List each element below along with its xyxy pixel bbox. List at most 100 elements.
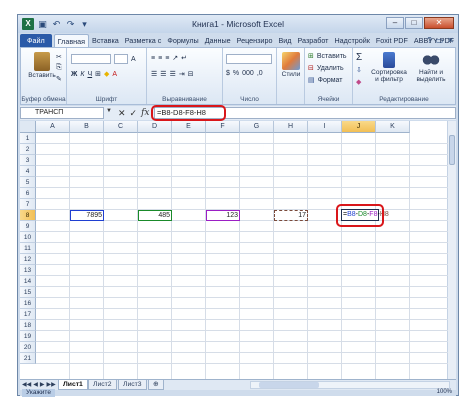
row-header-17[interactable]: 17 <box>20 309 36 320</box>
tab-4[interactable]: Формулы <box>164 34 201 47</box>
italic-icon[interactable]: К <box>80 71 84 78</box>
number-format-field[interactable] <box>226 54 272 64</box>
grow-font-icon[interactable]: A <box>131 56 136 63</box>
minimize-button[interactable]: – <box>386 17 404 29</box>
tab-10[interactable]: Foxit PDF <box>373 34 411 47</box>
align-middle-icon[interactable]: ≡ <box>158 55 162 62</box>
row-header-9[interactable]: 9 <box>20 221 36 232</box>
cancel-formula-button[interactable]: ✕ <box>118 107 126 119</box>
format-cells-button[interactable]: ▤ Формат <box>308 76 343 85</box>
row-header-11[interactable]: 11 <box>20 243 36 254</box>
wrap-text-icon[interactable]: ↵ <box>181 54 187 62</box>
column-header-g[interactable]: G <box>240 121 274 133</box>
column-header-e[interactable]: E <box>172 121 206 133</box>
enter-formula-button[interactable]: ✓ <box>130 107 138 119</box>
column-header-b[interactable]: B <box>70 121 104 133</box>
select-all-corner[interactable] <box>20 121 36 133</box>
tab-6[interactable]: Рецензиро <box>234 34 276 47</box>
sheet-tab-2[interactable]: Лист2 <box>88 380 117 390</box>
column-header-j[interactable]: J <box>342 121 376 133</box>
decimal-icon[interactable]: ,0 <box>257 70 263 77</box>
align-top-icon[interactable]: ≡ <box>151 55 155 62</box>
horizontal-scrollbar[interactable] <box>250 381 450 389</box>
row-header-16[interactable]: 16 <box>20 298 36 309</box>
tab-7[interactable]: Вид <box>275 34 294 47</box>
column-header-k[interactable]: K <box>376 121 410 133</box>
window-close-icon[interactable]: ✕ <box>447 36 454 45</box>
font-color-icon[interactable]: A <box>112 71 117 78</box>
row-header-8[interactable]: 8 <box>20 210 36 221</box>
fill-color-icon[interactable]: ◆ <box>104 70 109 78</box>
row-header-20[interactable]: 20 <box>20 342 36 353</box>
insert-function-button[interactable]: fx <box>141 107 149 119</box>
cut-icon[interactable]: ✂ <box>56 53 62 61</box>
row-header-6[interactable]: 6 <box>20 188 36 199</box>
align-left-icon[interactable]: ☰ <box>151 70 157 78</box>
cell-b8[interactable]: 7895 <box>70 210 104 221</box>
insert-cells-button[interactable]: ⊞ Вставить <box>308 52 347 61</box>
column-header-c[interactable]: C <box>104 121 138 133</box>
help-icon[interactable]: ? <box>427 36 431 45</box>
horizontal-scroll-thumb[interactable] <box>259 382 319 388</box>
borders-icon[interactable]: ⊞ <box>95 70 101 78</box>
comma-icon[interactable]: 000 <box>242 70 254 77</box>
row-header-7[interactable]: 7 <box>20 199 36 210</box>
sheet-tab-3[interactable]: Лист3 <box>118 380 147 390</box>
name-box[interactable]: ТРАНСП <box>20 107 104 119</box>
tab-5[interactable]: Данные <box>202 34 234 47</box>
row-header-3[interactable]: 3 <box>20 155 36 166</box>
row-header-4[interactable]: 4 <box>20 166 36 177</box>
first-sheet-icon[interactable]: ◀◀ <box>22 381 31 388</box>
tab-3[interactable]: Разметка с <box>122 34 165 47</box>
tab-0[interactable]: Файл <box>20 34 52 47</box>
tab-9[interactable]: Надстройк <box>331 34 372 47</box>
row-header-5[interactable]: 5 <box>20 177 36 188</box>
bold-icon[interactable]: Ж <box>71 71 77 78</box>
clear-button[interactable]: ◆ <box>356 78 361 86</box>
indent-icon[interactable]: ⇥ <box>179 70 185 78</box>
row-header-19[interactable]: 19 <box>20 331 36 342</box>
vertical-scroll-thumb[interactable] <box>449 135 455 165</box>
column-header-i[interactable]: I <box>308 121 342 133</box>
sort-filter-button[interactable]: Сортировка и фильтр <box>369 52 409 83</box>
currency-icon[interactable]: $ <box>226 70 230 77</box>
row-header-13[interactable]: 13 <box>20 265 36 276</box>
delete-cells-button[interactable]: ⊟ Удалить <box>308 64 344 73</box>
font-size-field[interactable] <box>114 54 128 64</box>
format-painter-icon[interactable]: ✎ <box>56 75 62 83</box>
tab-1[interactable]: Главная <box>53 34 90 47</box>
name-box-dropdown-icon[interactable]: ▼ <box>106 108 112 114</box>
column-header-h[interactable]: H <box>274 121 308 133</box>
font-name-field[interactable] <box>71 54 111 64</box>
close-button[interactable]: ✕ <box>424 17 454 29</box>
ribbon-minimize-icon[interactable]: ▭ <box>436 36 444 45</box>
column-header-f[interactable]: F <box>206 121 240 133</box>
tab-2[interactable]: Вставка <box>89 34 122 47</box>
tab-8[interactable]: Разработ <box>294 34 331 47</box>
vertical-scrollbar[interactable] <box>447 121 456 379</box>
row-header-21[interactable]: 21 <box>20 353 36 364</box>
zoom-level[interactable]: 100% <box>437 389 452 395</box>
styles-button[interactable]: Стили <box>279 52 303 78</box>
cell-f8[interactable]: 123 <box>206 210 240 221</box>
sheet-tab-1[interactable]: Лист1 <box>58 380 88 390</box>
cell-d8[interactable]: 485 <box>138 210 172 221</box>
last-sheet-icon[interactable]: ▶▶ <box>46 381 55 388</box>
next-sheet-icon[interactable]: ▶ <box>40 381 45 388</box>
row-header-14[interactable]: 14 <box>20 276 36 287</box>
column-header-a[interactable]: A <box>36 121 70 133</box>
row-header-10[interactable]: 10 <box>20 232 36 243</box>
copy-icon[interactable]: ⎘ <box>56 64 62 72</box>
align-right-icon[interactable]: ☰ <box>170 70 176 78</box>
cell-h8[interactable]: 17 <box>274 210 308 221</box>
row-header-18[interactable]: 18 <box>20 320 36 331</box>
row-header-12[interactable]: 12 <box>20 254 36 265</box>
row-header-1[interactable]: 1 <box>20 133 36 144</box>
prev-sheet-icon[interactable]: ◀ <box>33 381 38 388</box>
underline-icon[interactable]: Ч <box>87 71 92 78</box>
row-header-15[interactable]: 15 <box>20 287 36 298</box>
fill-button[interactable]: ⇩ <box>356 66 362 74</box>
autosum-button[interactable]: Σ <box>356 52 362 63</box>
maximize-button[interactable]: □ <box>405 17 423 29</box>
percent-icon[interactable]: % <box>233 70 239 77</box>
